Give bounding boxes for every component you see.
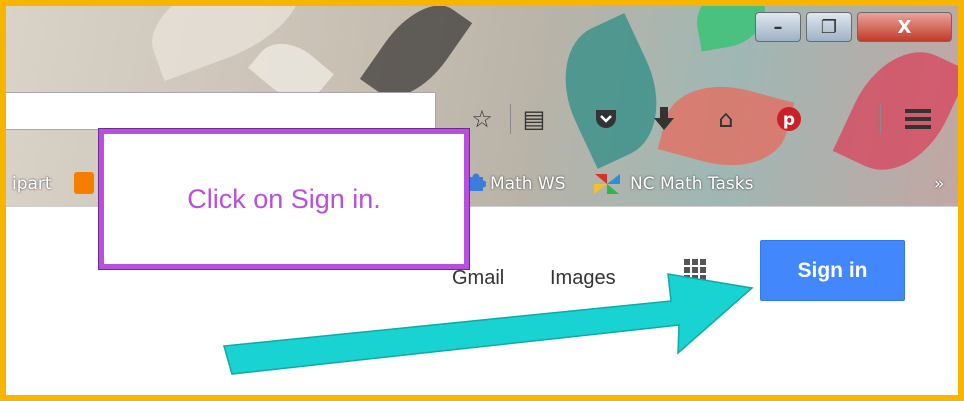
pointer-arrow [223, 273, 754, 375]
arrow-shape [223, 273, 754, 375]
screenshot-content: – ❐ X ☆ ▤ ⌂ p ipart Math WS NC Math Task… [6, 6, 958, 395]
